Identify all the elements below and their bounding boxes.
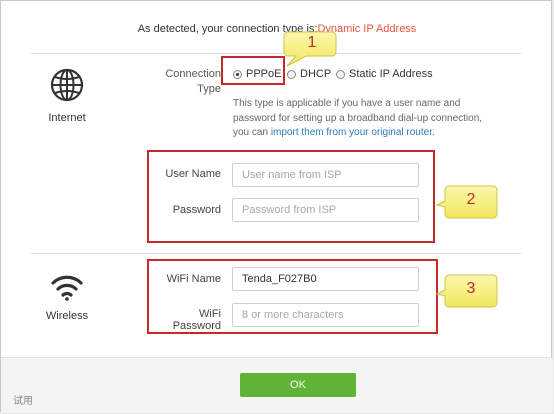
annotation-box-1	[221, 56, 285, 85]
pppoe-description-end: .	[431, 127, 435, 138]
detected-connection-line: As detected, your connection type is:Dyn…	[1, 23, 553, 35]
radio-static-ip[interactable]: Static IP Address	[336, 66, 433, 82]
callout-3: 3	[435, 272, 499, 312]
callout-1-number: 1	[307, 34, 317, 51]
middle-divider	[31, 253, 521, 254]
annotation-box-3	[147, 259, 438, 334]
import-from-router-link[interactable]: import them from your original router	[271, 127, 432, 138]
wifi-icon	[32, 273, 102, 306]
radio-static-ip-label: Static IP Address	[349, 68, 433, 80]
wireless-section-label: Wireless	[45, 310, 89, 322]
pppoe-description: This type is applicable if you have a us…	[233, 97, 483, 141]
connection-type-label: Connection Type	[165, 68, 221, 95]
radio-dhcp-circle[interactable]	[287, 69, 296, 79]
callout-1: 1	[282, 30, 338, 70]
router-setup-screen: As detected, your connection type is:Dyn…	[0, 0, 554, 414]
internet-section-label: Internet	[48, 112, 86, 124]
radio-static-ip-circle[interactable]	[336, 69, 345, 79]
callout-2-number: 2	[466, 191, 476, 208]
callout-3-number: 3	[466, 280, 476, 297]
annotation-box-2	[147, 150, 435, 243]
globe-icon	[32, 67, 102, 108]
callout-2: 2	[435, 183, 499, 223]
trial-watermark: 试用	[13, 396, 33, 407]
ok-button[interactable]: OK	[240, 373, 356, 397]
top-divider	[31, 53, 521, 54]
